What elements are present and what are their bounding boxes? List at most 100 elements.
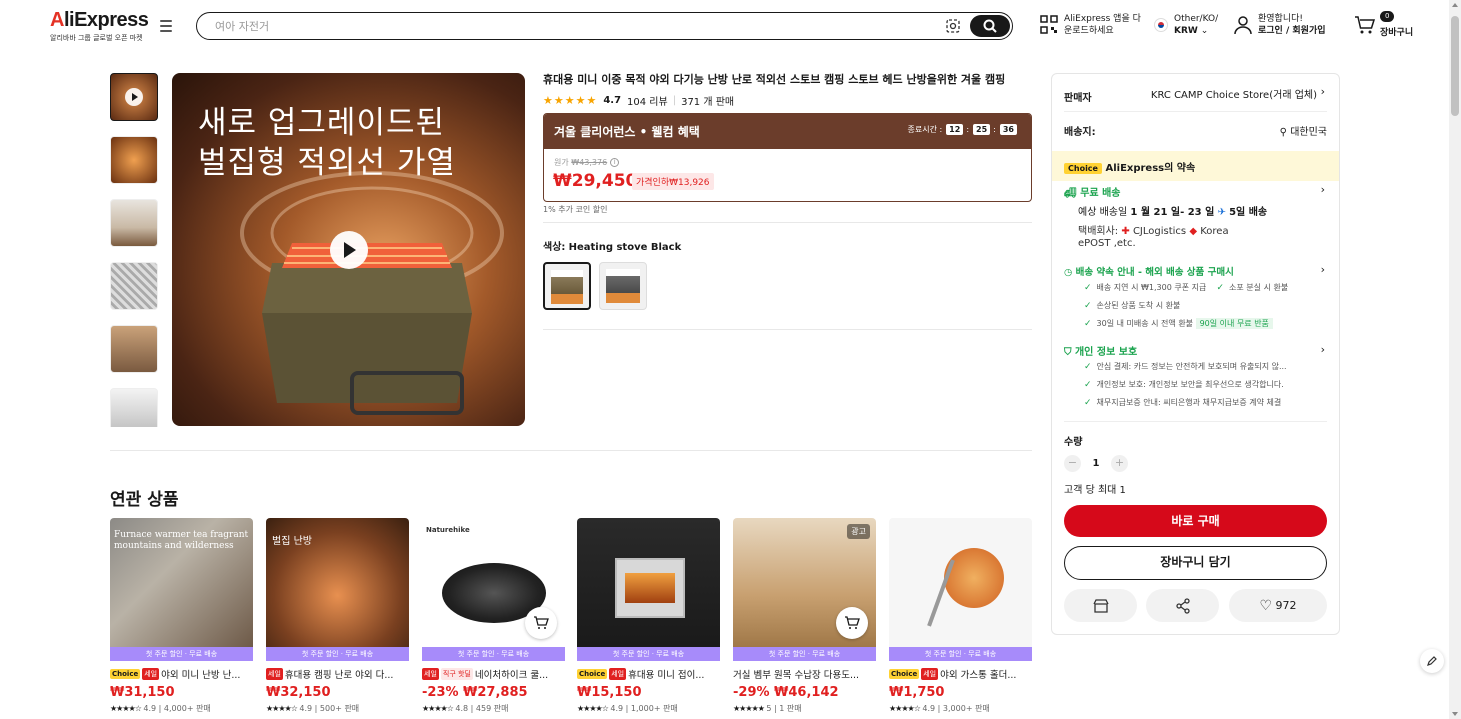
privacy-item: ✓ 개인정보 보호: 개인정보 보안을 최우선으로 생각합니다. (1084, 380, 1284, 390)
main-product-image[interactable]: 새로 업그레이드된 벌집형 적외선 가열 (172, 73, 525, 426)
app-download[interactable]: AliExpress 앱을 다운로드하세요 (1040, 13, 1144, 37)
add-to-cart-fab[interactable] (525, 607, 557, 639)
thumbnail-video[interactable] (110, 73, 158, 121)
header-cart[interactable]: 0 장바구니 (1354, 11, 1413, 38)
delivery-guarantee[interactable]: ◷ 배송 약속 안내 - 해외 배송 상품 구매시 (1064, 264, 1234, 278)
truck-icon: 🚚︎ (1064, 188, 1077, 199)
wishlist-button[interactable]: ♡ 972 (1229, 589, 1327, 622)
timer-seconds: 36 (999, 124, 1017, 135)
play-video-button[interactable] (330, 231, 368, 269)
add-to-cart-fab[interactable] (836, 607, 868, 639)
card-title: 휴대용 캠핑 난로 야외 다... (284, 670, 394, 681)
location-pin-icon: ⚲ (1279, 127, 1287, 138)
privacy-protection[interactable]: ⛉ 개인 정보 보호 (1064, 343, 1137, 358)
thumbnail-image[interactable] (110, 388, 158, 427)
card-price: ₩1,750 (889, 685, 945, 700)
quantity-increase-button[interactable]: + (1111, 455, 1128, 472)
original-price: 원가 ₩43,376 i (554, 157, 620, 168)
vertical-scrollbar[interactable] (1449, 0, 1461, 719)
cart-icon (1355, 15, 1376, 33)
aliexpress-logo[interactable]: AliExpress 알리바바 그룹 글로벌 오픈 마켓 (50, 9, 149, 43)
deal-ends-label: 종료시간 : (907, 125, 943, 134)
card-price: -29% ₩46,142 (733, 685, 839, 700)
privacy-item: ✓ 안심 결제: 카드 정보는 안전하게 보호되며 유출되지 않... (1084, 362, 1287, 372)
choice-tag: Choice (110, 669, 141, 679)
lang-region: Other/KO/ (1174, 14, 1219, 24)
account-menu[interactable]: 환영합니다! 로그인 / 회원가입 (1234, 13, 1326, 37)
divider (543, 329, 1032, 330)
seller-name[interactable]: KRC CAMP Choice Store(거래 업체) (1151, 86, 1317, 101)
thumbnail-image[interactable] (110, 199, 158, 247)
korea-flag-icon (1154, 18, 1168, 32)
quantity-decrease-button[interactable]: − (1064, 455, 1081, 472)
related-product-card[interactable]: 광고 첫 주문 할인 · 무료 배송 거실 벰부 원목 수납장 다용도... -… (733, 518, 876, 719)
choice-badge: Choice (1064, 163, 1102, 174)
chevron-right-icon[interactable]: › (1321, 183, 1325, 196)
card-price: -23% ₩27,885 (422, 685, 528, 700)
related-product-card[interactable]: Naturehike 첫 주문 할인 · 무료 배송 세일 직구 핫딜 네이처하이크… (422, 518, 565, 719)
promo-strip: 첫 주문 할인 · 무료 배송 (889, 647, 1032, 661)
buy-now-button[interactable]: 바로 구매 (1064, 505, 1327, 537)
rating-row: ★★★★★ 4.7 104 리뷰 | 371 개 판매 (543, 93, 735, 108)
search-button[interactable] (970, 15, 1010, 37)
quantity-label: 수량 (1064, 437, 1083, 448)
guarantee-item: ✓ 손상된 상품 도착 시 환불 (1084, 301, 1181, 311)
choice-promise-bar: Choice AliExpress의 약속 (1052, 151, 1339, 181)
timer-minutes: 25 (973, 124, 991, 135)
share-button[interactable] (1146, 589, 1219, 622)
chevron-right-icon[interactable]: › (1321, 263, 1325, 276)
feedback-edit-button[interactable] (1420, 649, 1444, 673)
timer-hours: 12 (946, 124, 964, 135)
scrollbar-thumb[interactable] (1451, 16, 1459, 116)
related-product-card[interactable]: Furnace warmer tea fragrant mountains an… (110, 518, 253, 719)
discount-badge: 가격인하₩13,926 (632, 173, 714, 190)
thumbnail-image[interactable] (110, 325, 158, 373)
card-image-text: Furnace warmer tea fragrant mountains an… (114, 530, 249, 551)
review-count[interactable]: 104 리뷰 (627, 93, 668, 108)
login-link[interactable]: 로그인 / 회원가입 (1258, 26, 1326, 36)
promo-strip: 첫 주문 할인 · 무료 배송 (733, 647, 876, 661)
menu-icon[interactable] (160, 20, 172, 32)
chevron-right-icon[interactable]: › (1321, 85, 1325, 98)
color-swatch[interactable] (599, 262, 647, 310)
hotdeal-tag: 직구 핫딜 (440, 668, 473, 680)
card-rating: ★★★★☆ 4.9 | 500+ 판매 (266, 704, 360, 713)
card-rating: ★★★★☆ 4.8 | 459 판매 (422, 704, 509, 713)
store-button[interactable] (1064, 589, 1137, 622)
carrier-etc: ePOST ,etc. (1078, 238, 1136, 249)
related-product-card[interactable]: 벌집 난방 첫 주문 할인 · 무료 배송 세일 휴대용 캠핑 난로 야외 다..… (266, 518, 409, 719)
card-title: 거실 벰부 원목 수납장 다용도... (733, 670, 860, 681)
add-to-cart-button[interactable]: 장바구니 담기 (1064, 546, 1327, 580)
thumbnail-image[interactable] (110, 262, 158, 310)
shield-clock-icon: ◷ (1064, 267, 1073, 278)
camera-search-icon[interactable] (945, 18, 961, 34)
chevron-right-icon[interactable]: › (1321, 343, 1325, 356)
color-value: Heating stove Black (568, 242, 682, 253)
quantity-value[interactable]: 1 (1081, 458, 1111, 469)
info-icon[interactable]: i (610, 158, 620, 167)
coin-discount: 1% 추가 코인 할인 (543, 205, 608, 214)
search-input[interactable] (215, 17, 915, 35)
choice-promise-text: AliExpress의 약속 (1105, 163, 1196, 174)
promo-strip: 첫 주문 할인 · 무료 배송 (266, 647, 409, 661)
card-title: 야외 미니 난방 난... (161, 670, 241, 681)
purchase-panel: 판매자 KRC CAMP Choice Store(거래 업체) › 배송지: … (1051, 73, 1340, 635)
card-price: ₩32,150 (266, 685, 331, 700)
related-product-card[interactable]: 첫 주문 할인 · 무료 배송 Choice 세일 휴대용 미니 접이... ₩15… (577, 518, 720, 719)
card-price: ₩15,150 (577, 685, 642, 700)
pencil-icon (1427, 656, 1437, 666)
card-title: 네이처하이크 쿨... (474, 670, 549, 681)
thumbnail-list (110, 73, 160, 427)
product-title: 휴대용 미니 이중 목적 야외 다기능 난방 난로 적외선 스토브 캠핑 스토브… (543, 73, 1006, 86)
ad-badge: 광고 (847, 524, 870, 539)
free-shipping[interactable]: 🚚︎ 무료 배송 (1064, 184, 1120, 199)
cart-plus-icon (845, 616, 860, 629)
ship-to-value[interactable]: ⚲ 대한민국 (1280, 123, 1327, 138)
related-product-card[interactable]: 첫 주문 할인 · 무료 배송 Choice 세일 야외 가스통 홀더... ₩1,… (889, 518, 1032, 719)
sale-tag: 세일 (266, 668, 283, 680)
card-image-text: Naturehike (426, 526, 470, 534)
thumbnail-image[interactable] (110, 136, 158, 184)
language-currency-selector[interactable]: Other/KO/ KRW ⌄ (1154, 13, 1218, 37)
color-swatch-selected[interactable] (543, 262, 591, 310)
logo-text: AliExpress (50, 9, 149, 31)
